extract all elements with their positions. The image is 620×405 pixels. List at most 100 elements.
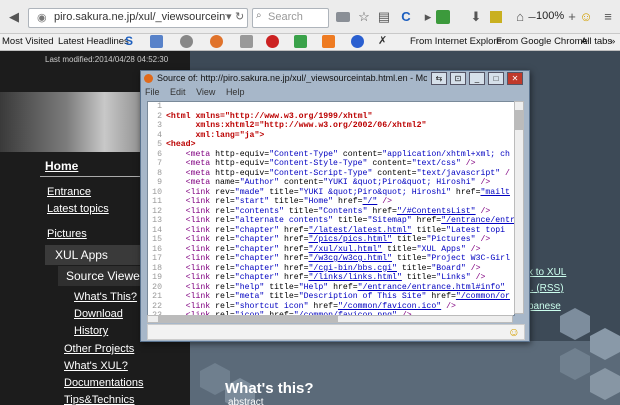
url-bar[interactable]: ◉ piro.sakura.ne.jp/xul/_viewsourceintab… [28, 8, 248, 28]
source-link[interactable]: "/" [363, 197, 378, 206]
source-token: <html [166, 111, 196, 121]
source-token: xmlns:xhtml2= [166, 121, 260, 130]
horizontal-scroll-thumb[interactable] [158, 316, 338, 322]
reload-icon[interactable]: ↻ [235, 10, 244, 23]
bookmark-star-icon[interactable]: ☆ [356, 9, 372, 25]
right-link-rss[interactable]: .. (RSS) [528, 283, 564, 294]
nav-pictures[interactable]: Pictures [47, 228, 87, 240]
addon-icon[interactable] [490, 11, 502, 23]
line-number: 19 [152, 273, 162, 282]
menu-edit[interactable]: Edit [170, 87, 186, 97]
bookmark-icon-blue[interactable] [351, 35, 364, 48]
bookmarks-menu-icon[interactable]: ▤ [376, 9, 392, 25]
source-token: "Content-Style-Type" [269, 159, 368, 168]
source-token: rel= [215, 197, 235, 206]
nav-xul-apps[interactable]: XUL Apps [55, 248, 108, 262]
window-extra-icon[interactable]: ⇆ [431, 72, 447, 85]
source-token: <link [166, 216, 216, 225]
bookmark-from-chrome[interactable]: From Google Chrome [496, 36, 588, 47]
bookmark-icon-google[interactable] [150, 35, 163, 48]
menu-view[interactable]: View [196, 87, 215, 97]
vertical-scrollbar[interactable] [514, 101, 524, 314]
bookmark-latest-headlines[interactable]: Latest Headlines [58, 36, 129, 47]
bookmark-icon-globe[interactable] [180, 35, 193, 48]
window-restore-icon[interactable]: ⊡ [450, 72, 466, 85]
bookmark-icon-red[interactable] [266, 35, 279, 48]
source-link[interactable]: "/#ContentsList" [397, 207, 476, 216]
source-code-view[interactable]: 1 2 <html xmlns="http://www.w3.org/1999/xh… [147, 101, 515, 316]
smiley-status-icon[interactable]: ☺ [508, 325, 520, 339]
nav-whats-this[interactable]: What's This? [74, 291, 137, 303]
source-token: title= [269, 197, 304, 206]
search-input[interactable]: Search [268, 11, 303, 23]
line-number: 3 [157, 121, 162, 130]
right-link-xul[interactable]: x to XUL [528, 267, 566, 278]
nav-documentations[interactable]: Documentations [64, 377, 144, 389]
source-link[interactable]: "/links/links.html" [309, 273, 402, 282]
source-token: /> [460, 159, 476, 168]
nav-source-viewer[interactable]: Source Viewer [66, 269, 144, 283]
nav-entrance[interactable]: Entrance [47, 186, 91, 198]
back-icon[interactable]: ◀ [6, 9, 22, 25]
source-token: /> [441, 301, 456, 311]
horizontal-scrollbar[interactable] [147, 315, 513, 323]
source-token: <link [166, 225, 216, 235]
source-token: /> [465, 244, 481, 254]
bookmark-icon-green[interactable] [294, 35, 307, 48]
bookmark-most-visited[interactable]: Most Visited [2, 36, 54, 47]
nav-latest-topics[interactable]: Latest topics [47, 203, 109, 215]
menu-icon[interactable]: ≡ [600, 9, 616, 25]
nav-tips[interactable]: Tips&Technics [64, 394, 135, 405]
line-number: 20 [152, 282, 162, 292]
menu-file[interactable]: File [145, 87, 160, 97]
source-link[interactable]: "/entrance/entrance.html#info" [358, 283, 505, 292]
source-token: name= [215, 178, 240, 187]
window-titlebar[interactable]: Source of: http://piro.sakura.ne.jp/xul/… [141, 71, 529, 87]
extension-icon[interactable] [436, 10, 450, 24]
download-icon[interactable]: ⬇ [468, 9, 484, 25]
source-link[interactable]: "/latest/latest.html" [309, 226, 412, 235]
search-box[interactable]: ⌕ Search [252, 8, 329, 28]
vertical-scroll-thumb[interactable] [515, 110, 523, 130]
bookmark-icon-x[interactable]: ✗ [378, 35, 391, 48]
bookmark-icon-gray[interactable] [240, 35, 253, 48]
zoom-level[interactable]: 100% [536, 10, 564, 22]
source-token: "chapter" [234, 244, 280, 254]
bookmark-icon-firefox[interactable] [210, 35, 223, 48]
line-number: 18 [152, 263, 162, 273]
source-link[interactable]: "/xul/xul.html" [309, 245, 383, 254]
source-link[interactable]: "/common/favicon.ico" [338, 302, 441, 311]
nav-history[interactable]: History [74, 325, 108, 337]
source-link[interactable]: "mailt [480, 188, 509, 197]
dropdown-icon[interactable]: ▾ [226, 10, 232, 23]
source-token: content= [372, 168, 417, 178]
source-token: rel= [215, 225, 235, 235]
tabs-icon[interactable]: ▸ [420, 9, 436, 25]
window-maximize-icon[interactable]: □ [488, 72, 504, 85]
sync-icon[interactable]: C [398, 9, 414, 25]
bookmark-icon-orange[interactable] [322, 35, 335, 48]
smiley-icon[interactable]: ☺ [578, 9, 594, 25]
source-token: <link [166, 282, 216, 292]
source-link[interactable]: "/pics/pics.html" [309, 235, 393, 244]
menu-help[interactable]: Help [226, 87, 245, 97]
window-minimize-icon[interactable]: _ [469, 72, 485, 85]
more-bookmarks-icon[interactable]: » [610, 36, 615, 47]
bookmark-icon-s[interactable]: S [125, 35, 138, 48]
bookmark-from-ie[interactable]: From Internet Explorer [410, 36, 505, 47]
nav-home[interactable]: Home [45, 159, 78, 173]
nav-other-projects[interactable]: Other Projects [64, 343, 134, 355]
source-token: title= [396, 263, 432, 273]
bookmark-all-tabs[interactable]: All tabs [581, 36, 612, 47]
nav-download[interactable]: Download [74, 308, 123, 320]
source-token: rel= [215, 235, 235, 244]
reader-icon[interactable] [336, 12, 350, 22]
source-link[interactable]: "/common/or [456, 292, 510, 301]
nav-whats-xul[interactable]: What's XUL? [64, 360, 128, 372]
line-number: 5 [157, 140, 162, 149]
source-token: "Pictures" [426, 235, 476, 244]
source-link[interactable]: "/cgi-bin/bbs.cgi" [309, 264, 397, 273]
source-link[interactable]: "/w3cg/w3cg.html" [309, 254, 393, 263]
window-close-icon[interactable]: ✕ [507, 72, 523, 85]
source-link[interactable]: "/entrance/entr [441, 216, 514, 225]
